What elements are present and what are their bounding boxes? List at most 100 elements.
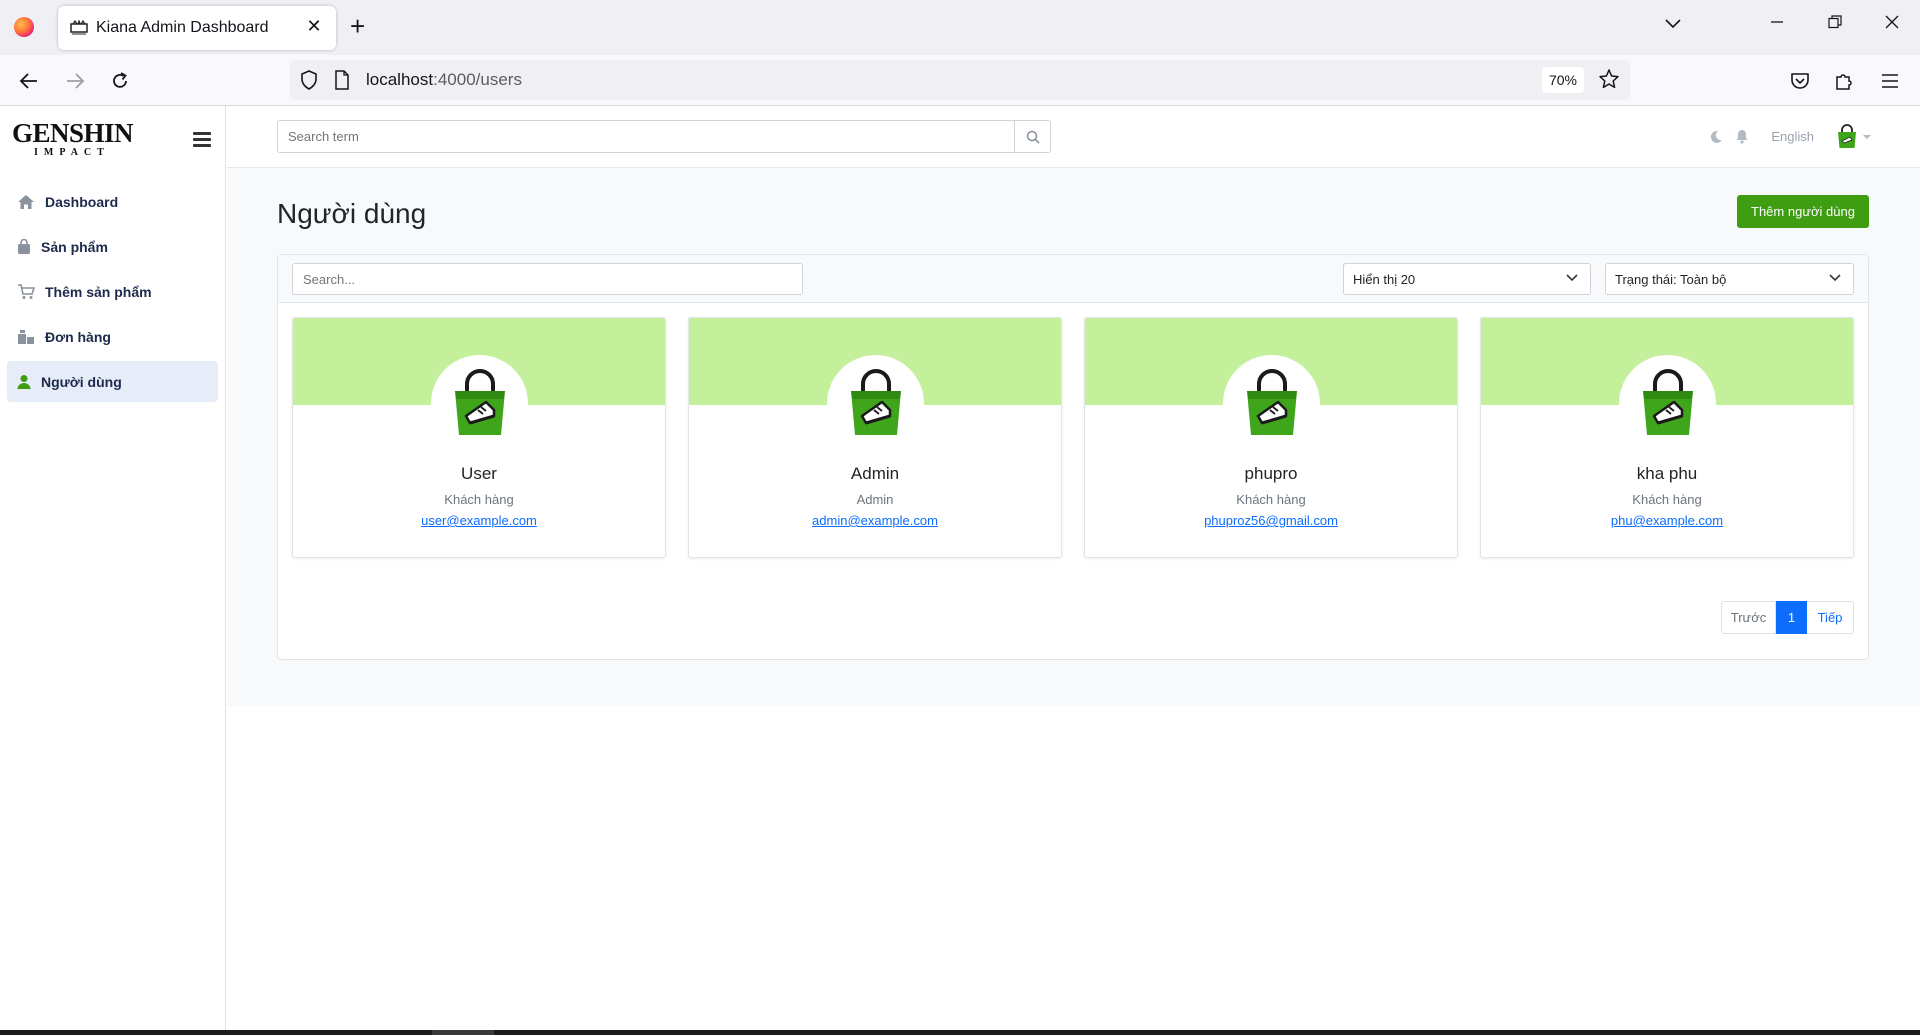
user-avatar (827, 355, 924, 452)
notification-bell-icon[interactable] (1735, 129, 1749, 144)
tab-title: Kiana Admin Dashboard (96, 19, 269, 36)
header-actions: English (1697, 120, 1872, 153)
home-icon (17, 193, 41, 211)
pagination-next-button[interactable]: Tiếp (1807, 601, 1854, 634)
cart-icon (17, 283, 41, 301)
sidebar-item-add-product[interactable]: Thêm sản phẩm (7, 271, 218, 312)
chevron-down-icon (1566, 274, 1578, 282)
sidebar-item-users[interactable]: Người dùng (7, 361, 218, 402)
user-search-input[interactable] (293, 264, 802, 294)
sidebar-item-dashboard[interactable]: Dashboard (7, 181, 218, 222)
taskbar-active-indicator (432, 1030, 494, 1035)
top-header: English (227, 106, 1920, 168)
pagination-page-1[interactable]: 1 (1776, 601, 1807, 634)
sidebar-item-label: Đơn hàng (45, 328, 111, 345)
sidebar-item-label: Người dùng (41, 373, 122, 390)
user-icon (17, 373, 37, 391)
status-filter-value: Trạng thái: Toàn bộ (1615, 271, 1727, 287)
brand-name: GENSHIN (12, 118, 134, 148)
bookmark-star-icon[interactable] (1598, 68, 1620, 90)
language-selector[interactable]: English (1771, 129, 1814, 144)
sidebar-item-label: Sản phẩm (41, 238, 108, 255)
sidebar-toggle-icon[interactable] (193, 132, 211, 150)
address-bar[interactable]: localhost:4000/users 70% (290, 60, 1630, 100)
caret-down-icon (1863, 134, 1871, 139)
list-all-tabs-icon[interactable] (1658, 12, 1688, 35)
back-arrow-icon[interactable] (14, 66, 44, 96)
header-search-input[interactable] (278, 121, 1011, 152)
chevron-down-icon (1829, 274, 1841, 282)
dark-mode-moon-icon[interactable] (1709, 130, 1723, 144)
sidebar-item-products[interactable]: Sản phẩm (7, 226, 218, 267)
sidebar-nav: Dashboard Sản phẩm Thêm sản phẩm Đơn hàn… (7, 181, 218, 406)
forward-arrow-icon[interactable] (60, 66, 90, 96)
sidebar: GENSHIN IMPACT Dashboard Sản phẩm Thêm s… (0, 106, 226, 1030)
sidebar-item-label: Dashboard (45, 193, 119, 210)
tracking-protection-shield-icon[interactable] (300, 70, 318, 90)
new-tab-icon[interactable]: + (350, 12, 365, 40)
pocket-icon[interactable] (1785, 66, 1815, 96)
extensions-puzzle-icon[interactable] (1829, 66, 1859, 96)
pagination-prev-button[interactable]: Trước (1721, 601, 1776, 634)
close-window-icon[interactable] (1877, 12, 1907, 35)
shopping-bag-sneaker-icon (1246, 368, 1297, 435)
os-taskbar (0, 1030, 1920, 1035)
app-menu-hamburger-icon[interactable] (1875, 66, 1905, 96)
avatar-bag-icon (1838, 123, 1856, 148)
user-avatar-menu[interactable] (1836, 123, 1872, 150)
orders-icon (17, 328, 41, 346)
add-user-button[interactable]: Thêm người dùng (1737, 195, 1869, 228)
user-avatar (431, 355, 528, 452)
minimize-window-icon[interactable] (1762, 12, 1792, 35)
user-search (292, 263, 803, 295)
user-email-link[interactable]: user@example.com (421, 513, 537, 528)
genshin-favicon-icon (70, 20, 88, 35)
restore-window-icon[interactable] (1820, 12, 1850, 35)
user-email-link[interactable]: admin@example.com (812, 513, 938, 528)
url-text[interactable]: localhost:4000/users (366, 70, 522, 90)
user-role: Khách hàng (1632, 492, 1702, 507)
browser-tab-bar: Kiana Admin Dashboard ✕ + (0, 0, 1920, 55)
user-card[interactable]: phupro Khách hàng phuproz56@gmail.com (1084, 317, 1458, 558)
url-path: :4000/users (433, 70, 522, 89)
page-title: Người dùng (277, 198, 427, 229)
search-icon (1026, 130, 1040, 144)
user-avatar (1619, 355, 1716, 452)
header-search-button[interactable] (1014, 121, 1050, 152)
user-email-link[interactable]: phu@example.com (1611, 513, 1723, 528)
users-panel: Hiển thị 20 Trạng thái: Toàn bộ (277, 254, 1869, 660)
browser-tab-active[interactable]: Kiana Admin Dashboard ✕ (58, 6, 336, 50)
user-avatar (1223, 355, 1320, 452)
user-name: User (461, 464, 497, 483)
tab-close-icon[interactable]: ✕ (304, 16, 324, 37)
main-content: Người dùng Thêm người dùng Hiển thị 20 T… (227, 168, 1920, 706)
user-name: Admin (850, 464, 900, 483)
shopping-bag-sneaker-icon (1642, 368, 1693, 435)
user-name: phupro (1244, 464, 1298, 483)
header-search (277, 120, 1051, 153)
sidebar-item-label: Thêm sản phẩm (45, 283, 152, 300)
sidebar-item-orders[interactable]: Đơn hàng (7, 316, 218, 357)
reload-icon[interactable] (105, 66, 135, 96)
status-filter-select[interactable]: Trạng thái: Toàn bộ (1605, 263, 1854, 295)
shopping-bag-sneaker-icon (454, 368, 505, 435)
genshin-impact-logo[interactable]: GENSHIN IMPACT (12, 118, 134, 164)
user-card[interactable]: kha phu Khách hàng phu@example.com (1480, 317, 1854, 558)
brand-subtitle: IMPACT (34, 147, 110, 158)
user-email-link[interactable]: phuproz56@gmail.com (1204, 513, 1338, 528)
bag-icon (17, 238, 37, 256)
user-card[interactable]: Admin Admin admin@example.com (688, 317, 1062, 558)
user-role: Khách hàng (1236, 492, 1306, 507)
url-host: localhost (366, 70, 434, 89)
page-size-select[interactable]: Hiển thị 20 (1343, 263, 1591, 295)
page-info-icon[interactable] (334, 70, 350, 90)
user-role: Khách hàng (444, 492, 514, 507)
pagination: Trước 1 Tiếp (1721, 601, 1854, 634)
shopping-bag-sneaker-icon (850, 368, 901, 435)
user-role: Admin (856, 492, 894, 507)
firefox-logo-icon[interactable] (14, 17, 34, 37)
page-size-value: Hiển thị 20 (1353, 271, 1416, 287)
user-card[interactable]: User Khách hàng user@example.com (292, 317, 666, 558)
user-name: kha phu (1636, 464, 1698, 483)
zoom-level-badge[interactable]: 70% (1542, 67, 1584, 93)
